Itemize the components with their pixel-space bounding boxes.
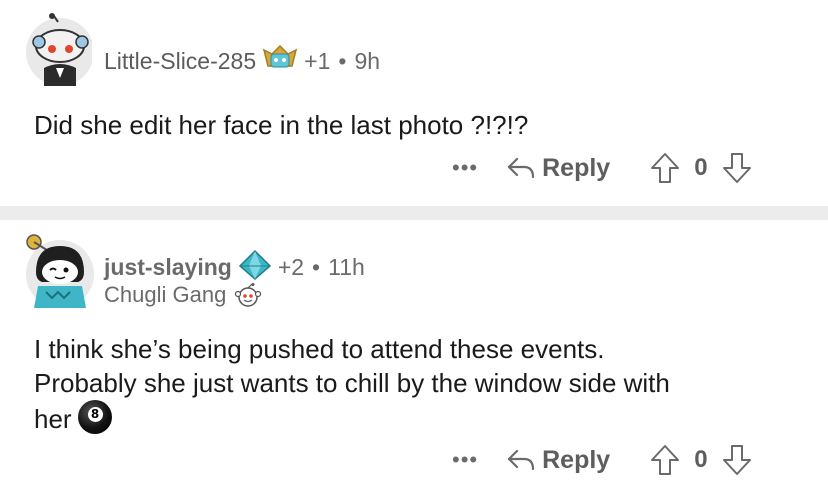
vote-controls: 0 [650,152,751,184]
avatar[interactable] [22,12,94,95]
diamond-icon [238,249,272,285]
comment-body-line: Probably she just wants to chill by the … [34,368,670,398]
snoo-face-icon [234,283,262,307]
karma: +1 [304,48,331,74]
reply-arrow-icon [506,447,536,473]
downvote-arrow-icon[interactable] [722,444,752,476]
timestamp: 11h [328,254,365,280]
flair-text: Chugli Gang [104,282,227,307]
comment-actions: ••• Reply 0 [452,152,752,184]
timestamp: 9h [354,48,381,74]
downvote-arrow-icon[interactable] [722,152,752,184]
vote-controls: 0 [650,444,751,476]
more-options-button[interactable]: ••• [452,447,478,473]
comment-body: Did she edit her face in the last photo … [34,110,529,140]
upvote-arrow-icon[interactable] [650,444,680,476]
comment-body-line: her 8 [34,400,670,436]
karma: +2 [277,254,305,280]
separator-dot: • [312,254,321,280]
separator-dot: • [338,48,347,74]
comment-meta: Little-Slice-285 +1 • 9h [104,44,380,79]
username[interactable]: just-slaying [104,254,232,281]
reply-label: Reply [542,445,611,474]
reply-label: Reply [542,153,611,182]
comment-1: Little-Slice-285 +1 • 9h Did she edit he… [0,0,828,206]
snoo-avatar-icon [26,13,94,86]
comment-body-line: I think she’s being pushed to attend the… [34,334,605,364]
reply-arrow-icon [506,155,536,181]
snoo-avatar-icon [26,234,94,308]
more-options-button[interactable]: ••• [452,155,478,181]
award-shield-icon [262,44,298,79]
vote-score: 0 [694,154,708,181]
upvote-arrow-icon[interactable] [650,152,680,184]
reply-button[interactable]: Reply [506,154,610,183]
eight-ball-icon: 8 [77,400,112,434]
comment-actions: ••• Reply 0 [452,444,752,476]
comment-2: just-slaying +2 • 11h Chugli Gang I thin… [0,220,828,494]
reply-button[interactable]: Reply [506,446,610,475]
comment-body: I think she’s being pushed to attend the… [34,332,670,436]
username[interactable]: Little-Slice-285 [104,48,256,75]
avatar[interactable] [22,232,94,315]
comment-meta: just-slaying +2 • 11h [104,249,365,285]
comment-body-text: her [34,404,72,434]
user-flair: Chugli Gang [104,282,262,308]
comment-divider [0,206,828,220]
eight-ball-number: 8 [87,407,103,422]
vote-score: 0 [694,446,708,473]
